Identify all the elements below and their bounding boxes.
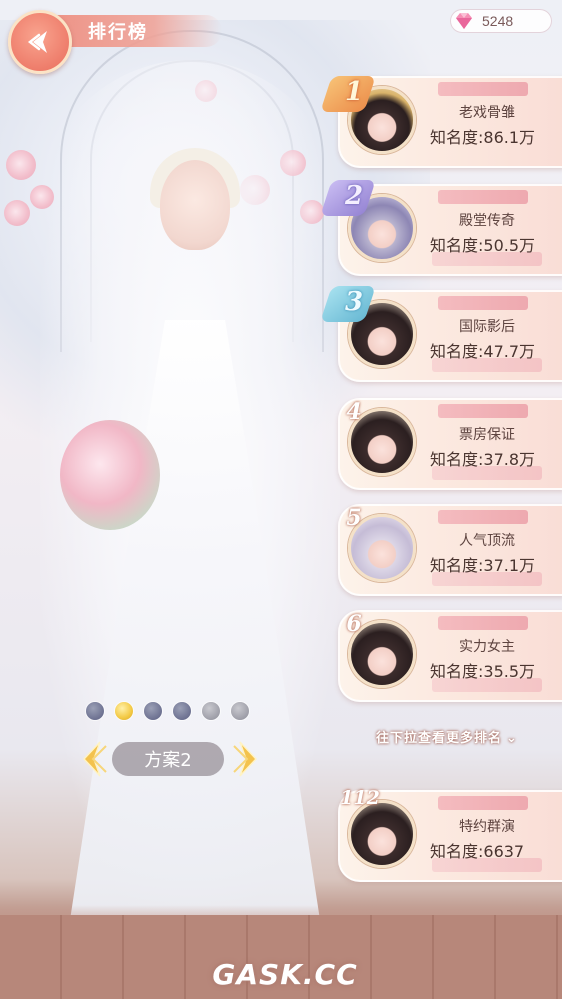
plan-dot-5[interactable] xyxy=(202,702,220,720)
plan-dot-4[interactable] xyxy=(173,702,191,720)
plan-dot-3[interactable] xyxy=(144,702,162,720)
rank-number: 2 xyxy=(344,181,364,211)
flower-bouquet xyxy=(60,420,160,530)
fame-value: 知名度:37.8万 xyxy=(430,450,536,469)
back-arrow-icon xyxy=(27,31,47,53)
fame-value: 知名度:35.5万 xyxy=(430,662,536,681)
rank-title: 实力女主 xyxy=(459,639,515,655)
blurred-name xyxy=(438,296,528,310)
rank-number: 112 xyxy=(340,787,380,809)
fame-value: 知名度:86.1万 xyxy=(430,128,536,147)
rank-title: 老戏骨雏 xyxy=(459,105,515,121)
next-plan-arrow-icon[interactable] xyxy=(230,738,264,780)
blurred-name xyxy=(438,404,528,418)
blurred-name xyxy=(438,190,528,204)
rank-number: 5 xyxy=(346,505,362,531)
rank-title: 殿堂传奇 xyxy=(459,213,515,229)
rank-title: 人气顶流 xyxy=(459,533,515,549)
flower-decoration xyxy=(6,150,36,180)
character-figure xyxy=(40,60,340,920)
blurred-name xyxy=(438,510,528,524)
rank-number: 3 xyxy=(344,287,364,317)
fame-value: 知名度:6637 xyxy=(430,842,525,861)
flower-decoration xyxy=(4,200,30,226)
diamond-gem-icon xyxy=(456,13,472,29)
scroll-more-hint[interactable]: 往下拉查看更多排名 ⌄ xyxy=(376,727,518,746)
page-title: 排行榜 xyxy=(88,22,148,43)
plan-label: 方案2 xyxy=(112,742,224,776)
rank-number: 6 xyxy=(346,611,362,637)
prev-plan-arrow-icon[interactable] xyxy=(76,738,110,780)
fame-value: 知名度:50.5万 xyxy=(430,236,536,255)
plan-dot-6[interactable] xyxy=(231,702,249,720)
outfit-plan-dots xyxy=(86,702,249,720)
plan-dot-2[interactable] xyxy=(115,702,133,720)
rank-title: 国际影后 xyxy=(459,319,515,335)
fame-value: 知名度:47.7万 xyxy=(430,342,536,361)
rank-number: 1 xyxy=(344,77,364,107)
blurred-name xyxy=(438,796,528,810)
rank-number: 4 xyxy=(346,399,362,425)
more-hint-text: 往下拉查看更多排名 xyxy=(376,731,503,746)
chevron-down-icon: ⌄ xyxy=(506,731,518,746)
plan-dot-1[interactable] xyxy=(86,702,104,720)
rank-title: 特约群演 xyxy=(459,819,515,835)
character-face xyxy=(160,160,230,250)
back-button[interactable] xyxy=(8,10,72,74)
blurred-name xyxy=(438,82,528,96)
currency-display[interactable]: 5248 xyxy=(450,9,552,33)
blurred-name xyxy=(438,616,528,630)
watermark: GASK.CC xyxy=(212,958,358,991)
currency-value: 5248 xyxy=(482,13,514,29)
rank-title: 票房保证 xyxy=(459,427,515,443)
fame-value: 知名度:37.1万 xyxy=(430,556,536,575)
